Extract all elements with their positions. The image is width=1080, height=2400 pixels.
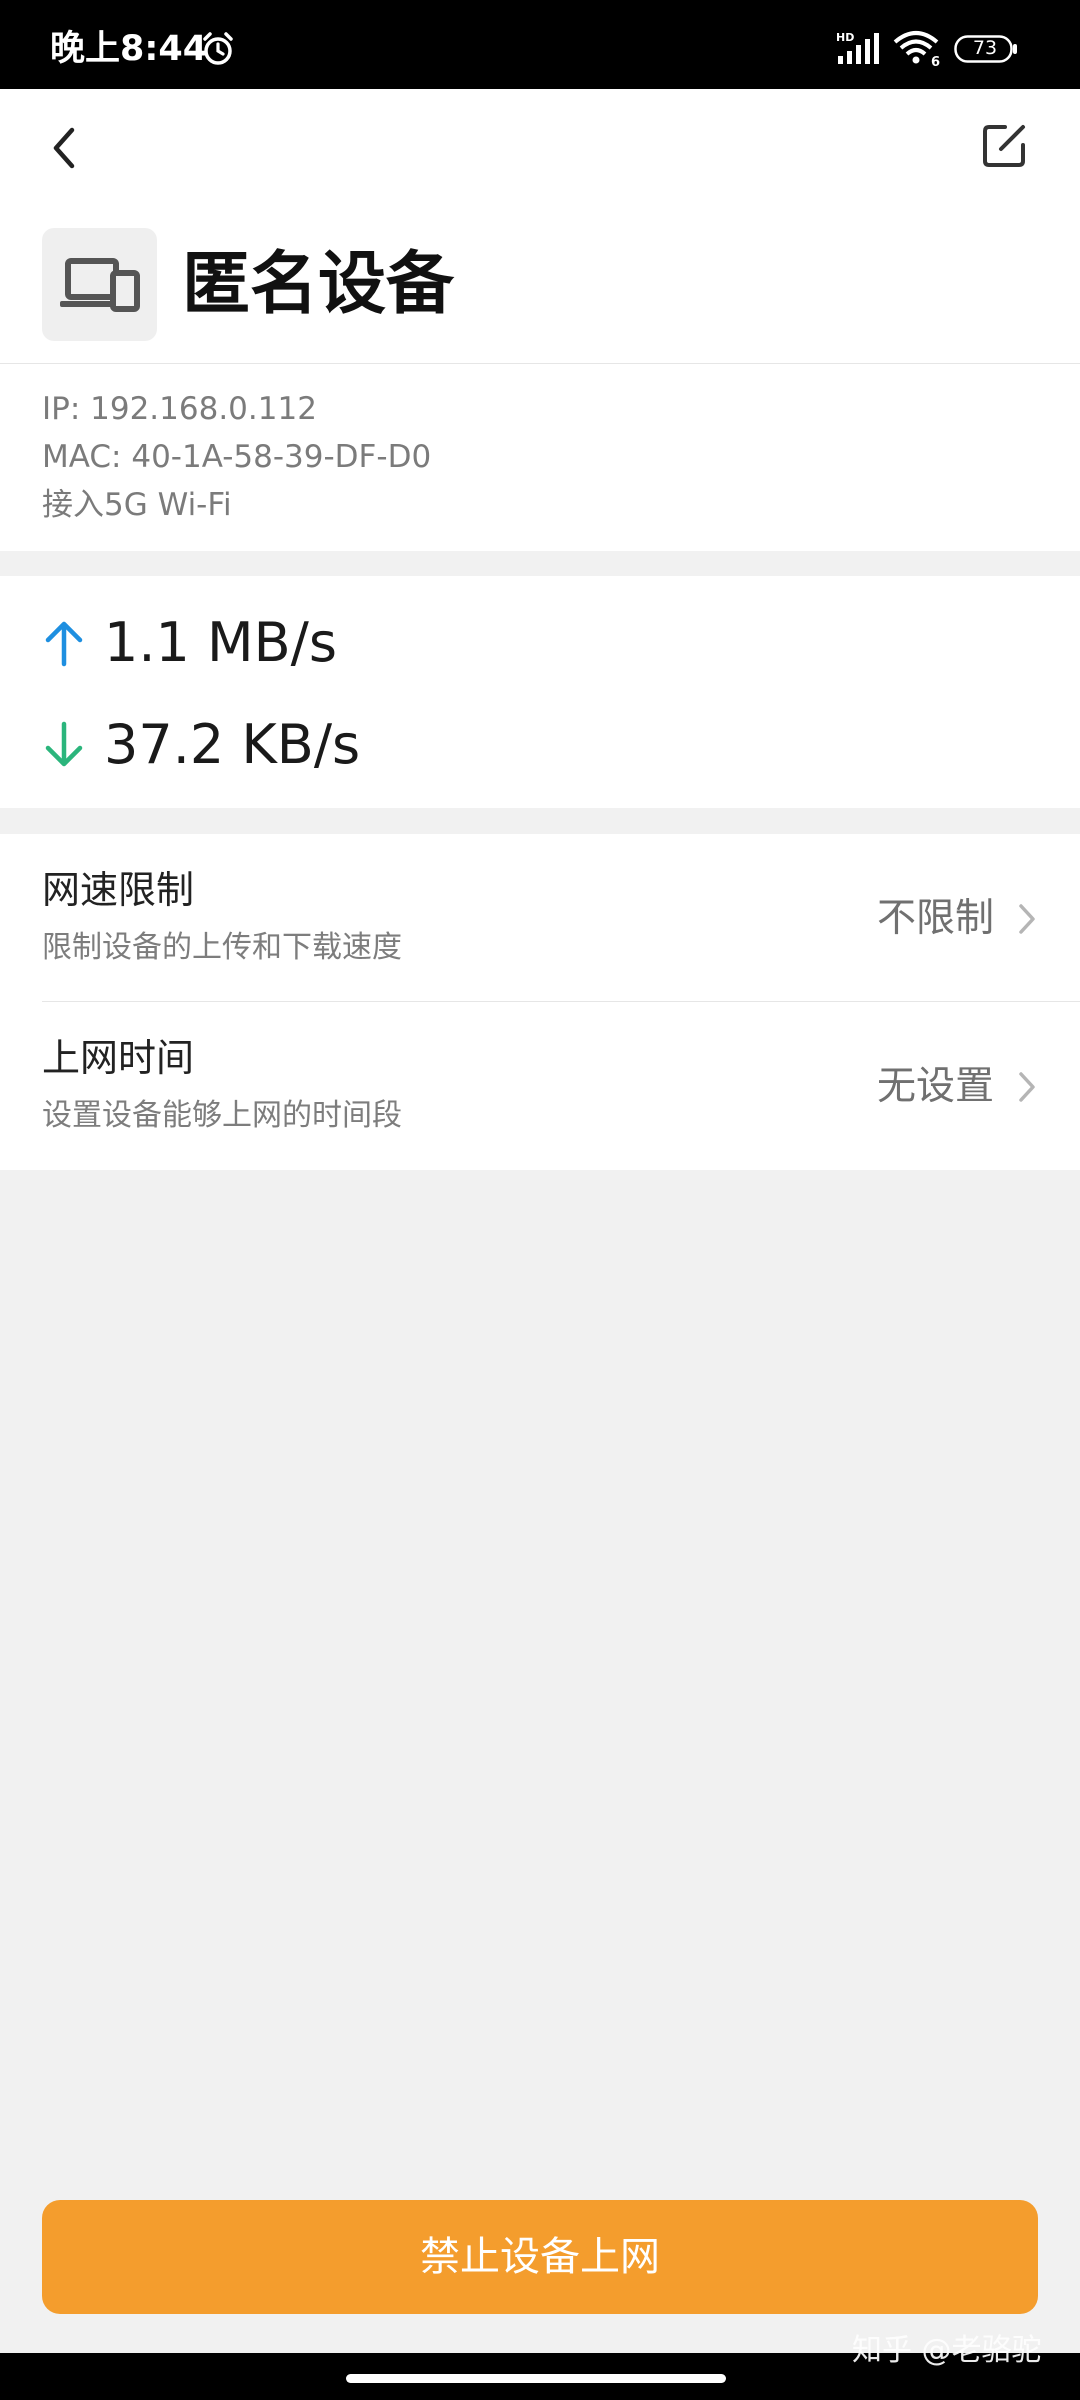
back-arrow-icon[interactable] [40,118,90,178]
setting-subtitle: 设置设备能够上网的时间段 [42,1098,402,1133]
setting-subtitle: 限制设备的上传和下载速度 [42,930,402,965]
chevron-right-icon [1019,1072,1035,1102]
download-arrow-icon [45,721,83,767]
wifi-icon: 6 [893,31,940,68]
setting-value: 不限制 [876,896,994,941]
setting-speed-limit[interactable]: 网速限制 限制设备的上传和下载速度 不限制 [0,834,1080,1002]
upload-speed: 1.1 MB/s [104,611,338,674]
signal-icon: HD [836,31,879,64]
chevron-right-icon [1019,904,1035,934]
download-speed: 37.2 KB/s [104,713,361,776]
status-bar: 晚上8:44 HD 6 73 [0,0,1080,89]
devices-icon [60,258,140,312]
svg-text:HD: HD [836,31,854,44]
status-time: 晚上8:44 [50,29,208,69]
watermark: 知乎 @老骆驼 [852,2333,1042,2368]
device-header-panel [0,89,1080,551]
battery-level: 73 [972,37,998,59]
device-name: 匿名设备 [182,245,455,324]
block-device-button[interactable]: 禁止设备上网 [42,2200,1038,2314]
setting-online-time[interactable]: 上网时间 设置设备能够上网的时间段 无设置 [0,1002,1080,1170]
setting-title: 上网时间 [42,1036,195,1080]
setting-title: 网速限制 [42,868,195,912]
device-ip: IP: 192.168.0.112 [42,391,317,427]
divider [0,363,1080,364]
edit-icon[interactable] [975,115,1035,175]
device-mac: MAC: 40-1A-58-39-DF-D0 [42,439,432,475]
svg-text:6: 6 [931,55,940,68]
device-icon-box [42,228,157,341]
home-indicator[interactable] [346,2374,726,2383]
alarm-icon [203,32,233,65]
setting-value: 无设置 [876,1064,994,1109]
upload-speed-row: 1.1 MB/s [42,598,642,688]
device-connection: 接入5G Wi-Fi [42,487,232,523]
download-speed-row: 37.2 KB/s [42,700,642,790]
upload-arrow-icon [45,621,83,667]
